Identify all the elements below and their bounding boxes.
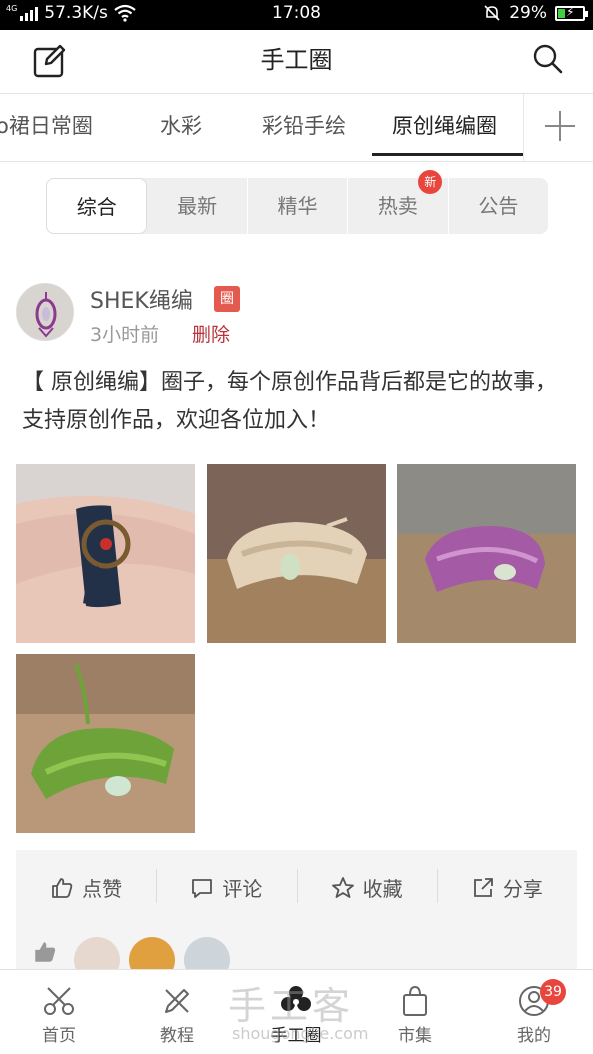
favorite-button[interactable]: 收藏	[296, 869, 437, 903]
liker-avatar[interactable]	[74, 937, 120, 971]
post-content: 【 原创绳编】圈子，每个原创作品背后都是它的故事，支持原创作品，欢迎各位加入！	[22, 370, 557, 433]
filter-hot-sale[interactable]: 热卖 新	[348, 170, 449, 234]
new-badge: 新	[418, 170, 443, 194]
search-button[interactable]	[531, 42, 565, 76]
pencil-ruler-icon	[165, 989, 189, 1013]
search-icon	[533, 44, 563, 74]
filter-hot-sale-label: 热卖	[377, 194, 418, 218]
profile-notification-badge: 39	[540, 979, 566, 1005]
active-tab-indicator	[372, 153, 524, 156]
app-header: 手工圈	[0, 30, 593, 94]
share-icon	[473, 877, 493, 897]
add-circle-button[interactable]	[523, 94, 593, 161]
post-photo[interactable]	[16, 464, 195, 643]
nav-tutorial[interactable]: 教程	[118, 970, 236, 1054]
like-button[interactable]: 点赞	[16, 873, 156, 902]
filter-announcement[interactable]: 公告	[449, 178, 548, 234]
comment-button[interactable]: 评论	[156, 869, 296, 903]
post-photo[interactable]	[16, 654, 195, 833]
nav-profile-label: 我的	[517, 1026, 551, 1046]
post-author[interactable]: SHEK绳编	[90, 283, 193, 315]
flower-icon	[281, 986, 311, 1011]
tab-original-rope-circle[interactable]: 原创绳编圈	[392, 110, 497, 140]
circle-tab-bar: o裙日常圈 水彩 彩铅手绘 原创绳编圈	[0, 94, 593, 162]
post-action-bar: 点赞 评论 收藏 分享	[16, 850, 577, 925]
delete-button[interactable]: 删除	[192, 320, 230, 347]
filter-segment: 综合 最新 精华 热卖 新 公告	[46, 170, 548, 234]
post-time: 3小时前	[90, 324, 160, 346]
status-right: 29% ⚡	[483, 3, 588, 23]
thumbs-up-icon	[35, 942, 56, 962]
liker-avatar[interactable]	[184, 937, 230, 971]
filter-latest[interactable]: 最新	[147, 178, 248, 234]
bottom-nav: 首页 教程 手工圈 市集 39 我的	[0, 969, 593, 1054]
page-title: 手工圈	[260, 46, 333, 74]
like-label: 点赞	[82, 877, 123, 901]
tab-watercolor[interactable]: 水彩	[160, 110, 202, 140]
charging-icon: ⚡	[566, 4, 575, 19]
nav-home-label: 首页	[42, 1026, 76, 1046]
battery-icon: ⚡	[555, 4, 588, 21]
post-photo[interactable]	[397, 464, 576, 643]
owner-badge: 圈	[214, 286, 240, 312]
thumbs-up-icon	[52, 877, 73, 898]
nav-circle-label: 手工圈	[270, 1026, 322, 1046]
tab-colored-pencil[interactable]: 彩铅手绘	[262, 110, 346, 140]
tab-daily-skirt-circle[interactable]: o裙日常圈	[0, 110, 93, 140]
battery-percent: 29%	[509, 3, 547, 23]
nav-profile[interactable]: 39 我的	[475, 970, 593, 1054]
nav-market-label: 市集	[398, 1026, 432, 1046]
scissors-icon	[44, 987, 74, 1015]
mute-bell-icon	[484, 5, 500, 21]
share-button[interactable]: 分享	[436, 869, 577, 903]
share-label: 分享	[502, 877, 543, 901]
liker-avatar[interactable]	[129, 937, 175, 971]
star-icon	[331, 876, 354, 898]
nav-home[interactable]: 首页	[0, 970, 118, 1054]
filter-all[interactable]: 综合	[46, 178, 148, 234]
favorite-label: 收藏	[362, 877, 403, 901]
nav-tutorial-label: 教程	[160, 1026, 194, 1046]
likers-row	[16, 925, 577, 971]
nav-circle[interactable]: 手工圈	[237, 970, 355, 1054]
nav-market[interactable]: 市集	[356, 970, 474, 1054]
status-bar: 4G 57.3K/s 17:08 29% ⚡	[0, 0, 593, 30]
avatar[interactable]	[16, 283, 74, 341]
filter-featured[interactable]: 精华	[248, 178, 349, 234]
comment-label: 评论	[222, 877, 263, 901]
post-photo[interactable]	[207, 464, 386, 643]
comment-icon	[192, 878, 213, 898]
shopping-bag-icon	[403, 985, 427, 1016]
battery-fill	[558, 8, 565, 18]
